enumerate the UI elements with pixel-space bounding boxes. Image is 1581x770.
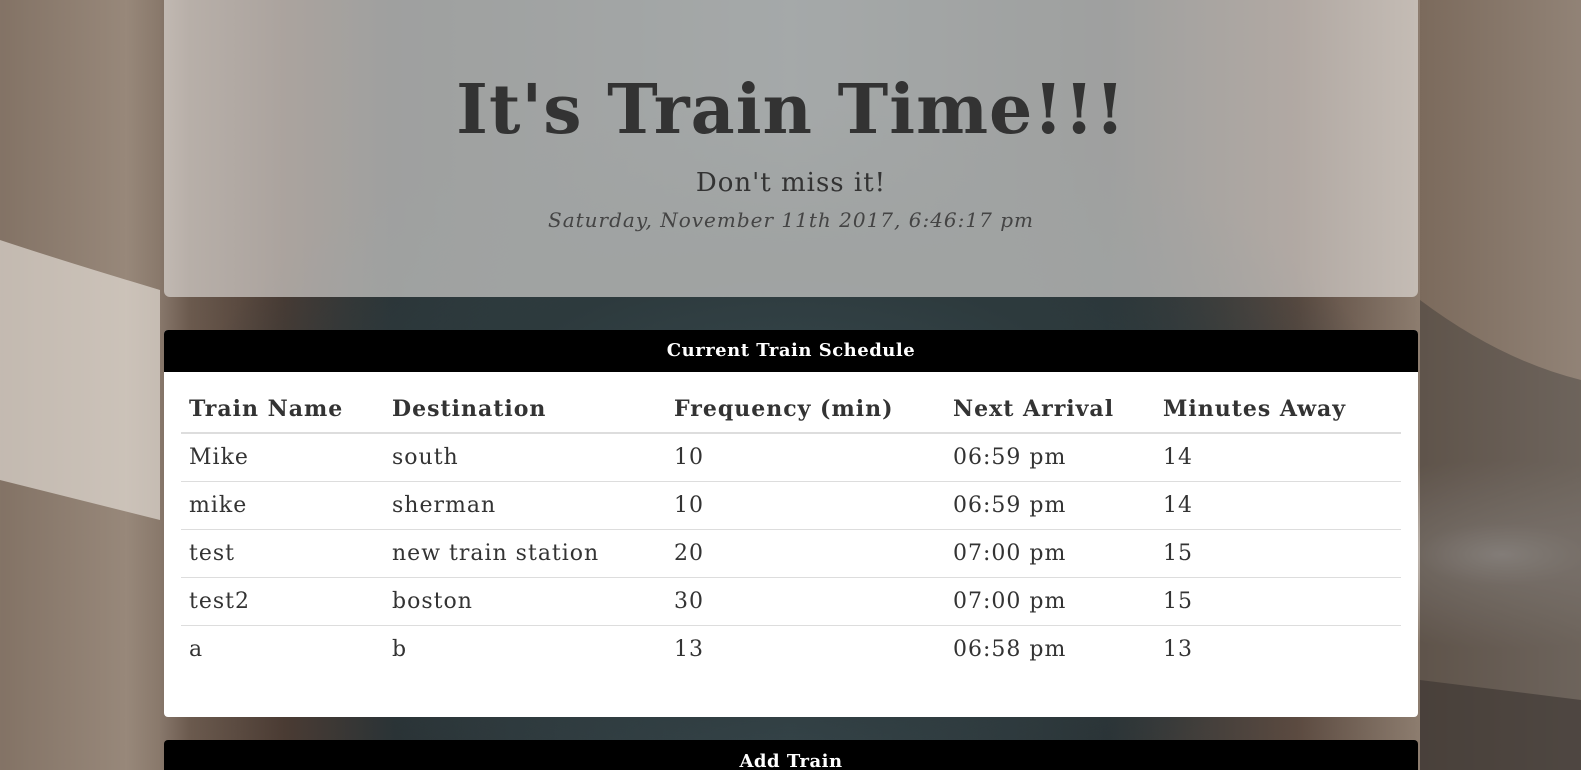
cell-minutes-away: 15 (1155, 577, 1401, 626)
cell-next-arrival: 07:00 pm (945, 529, 1155, 578)
page-title: It's Train Time!!! (456, 70, 1126, 150)
cell-next-arrival: 06:58 pm (945, 625, 1155, 673)
table-row: mike sherman 10 06:59 pm 14 (181, 481, 1401, 530)
cell-next-arrival: 06:59 pm (945, 481, 1155, 530)
table-row: Mike south 10 06:59 pm 14 (181, 433, 1401, 482)
cell-frequency: 30 (666, 577, 945, 626)
add-train-panel-heading: Add Train (164, 740, 1418, 770)
column-header-train-name: Train Name (181, 386, 384, 434)
table-row: a b 13 06:58 pm 13 (181, 625, 1401, 673)
cell-destination: new train station (384, 529, 666, 578)
cell-destination: b (384, 625, 666, 673)
cell-destination: boston (384, 577, 666, 626)
cell-next-arrival: 07:00 pm (945, 577, 1155, 626)
column-header-frequency: Frequency (min) (666, 386, 945, 434)
current-datetime: Saturday, November 11th 2017, 6:46:17 pm (548, 208, 1034, 232)
cell-destination: sherman (384, 481, 666, 530)
cell-minutes-away: 14 (1155, 481, 1401, 530)
cell-minutes-away: 14 (1163, 445, 1193, 470)
cell-minutes-away: 13 (1155, 625, 1401, 673)
add-train-panel: Add Train (164, 740, 1418, 770)
cell-frequency: 10 (674, 445, 704, 470)
schedule-panel-heading: Current Train Schedule (164, 330, 1418, 372)
cell-train-name: a (181, 625, 384, 673)
cell-train-name: mike (181, 481, 384, 530)
tagline: Don't miss it! (695, 168, 887, 198)
cell-frequency: 20 (666, 529, 945, 578)
table-row: test2 boston 30 07:00 pm 15 (181, 577, 1401, 626)
column-header-minutes-away: Minutes Away (1155, 386, 1401, 434)
cell-frequency: 10 (666, 481, 945, 530)
cell-next-arrival: 06:59 pm (953, 445, 1067, 470)
cell-frequency: 13 (666, 625, 945, 673)
cell-train-name: test2 (181, 577, 384, 626)
train-schedule-panel: Current Train Schedule Train Name Destin… (164, 330, 1418, 717)
column-header-destination: Destination (384, 386, 666, 434)
cell-train-name: Mike (189, 445, 249, 470)
schedule-table: Train Name Destination Frequency (min) N… (181, 386, 1401, 673)
cell-minutes-away: 15 (1155, 529, 1401, 578)
cell-destination: south (392, 445, 459, 470)
table-header-row: Train Name Destination Frequency (min) N… (181, 386, 1401, 434)
cell-train-name: test (181, 529, 384, 578)
table-row: test new train station 20 07:00 pm 15 (181, 529, 1401, 578)
header-jumbotron: It's Train Time!!! Don't miss it! Saturd… (164, 0, 1418, 297)
column-header-next-arrival: Next Arrival (945, 386, 1155, 434)
